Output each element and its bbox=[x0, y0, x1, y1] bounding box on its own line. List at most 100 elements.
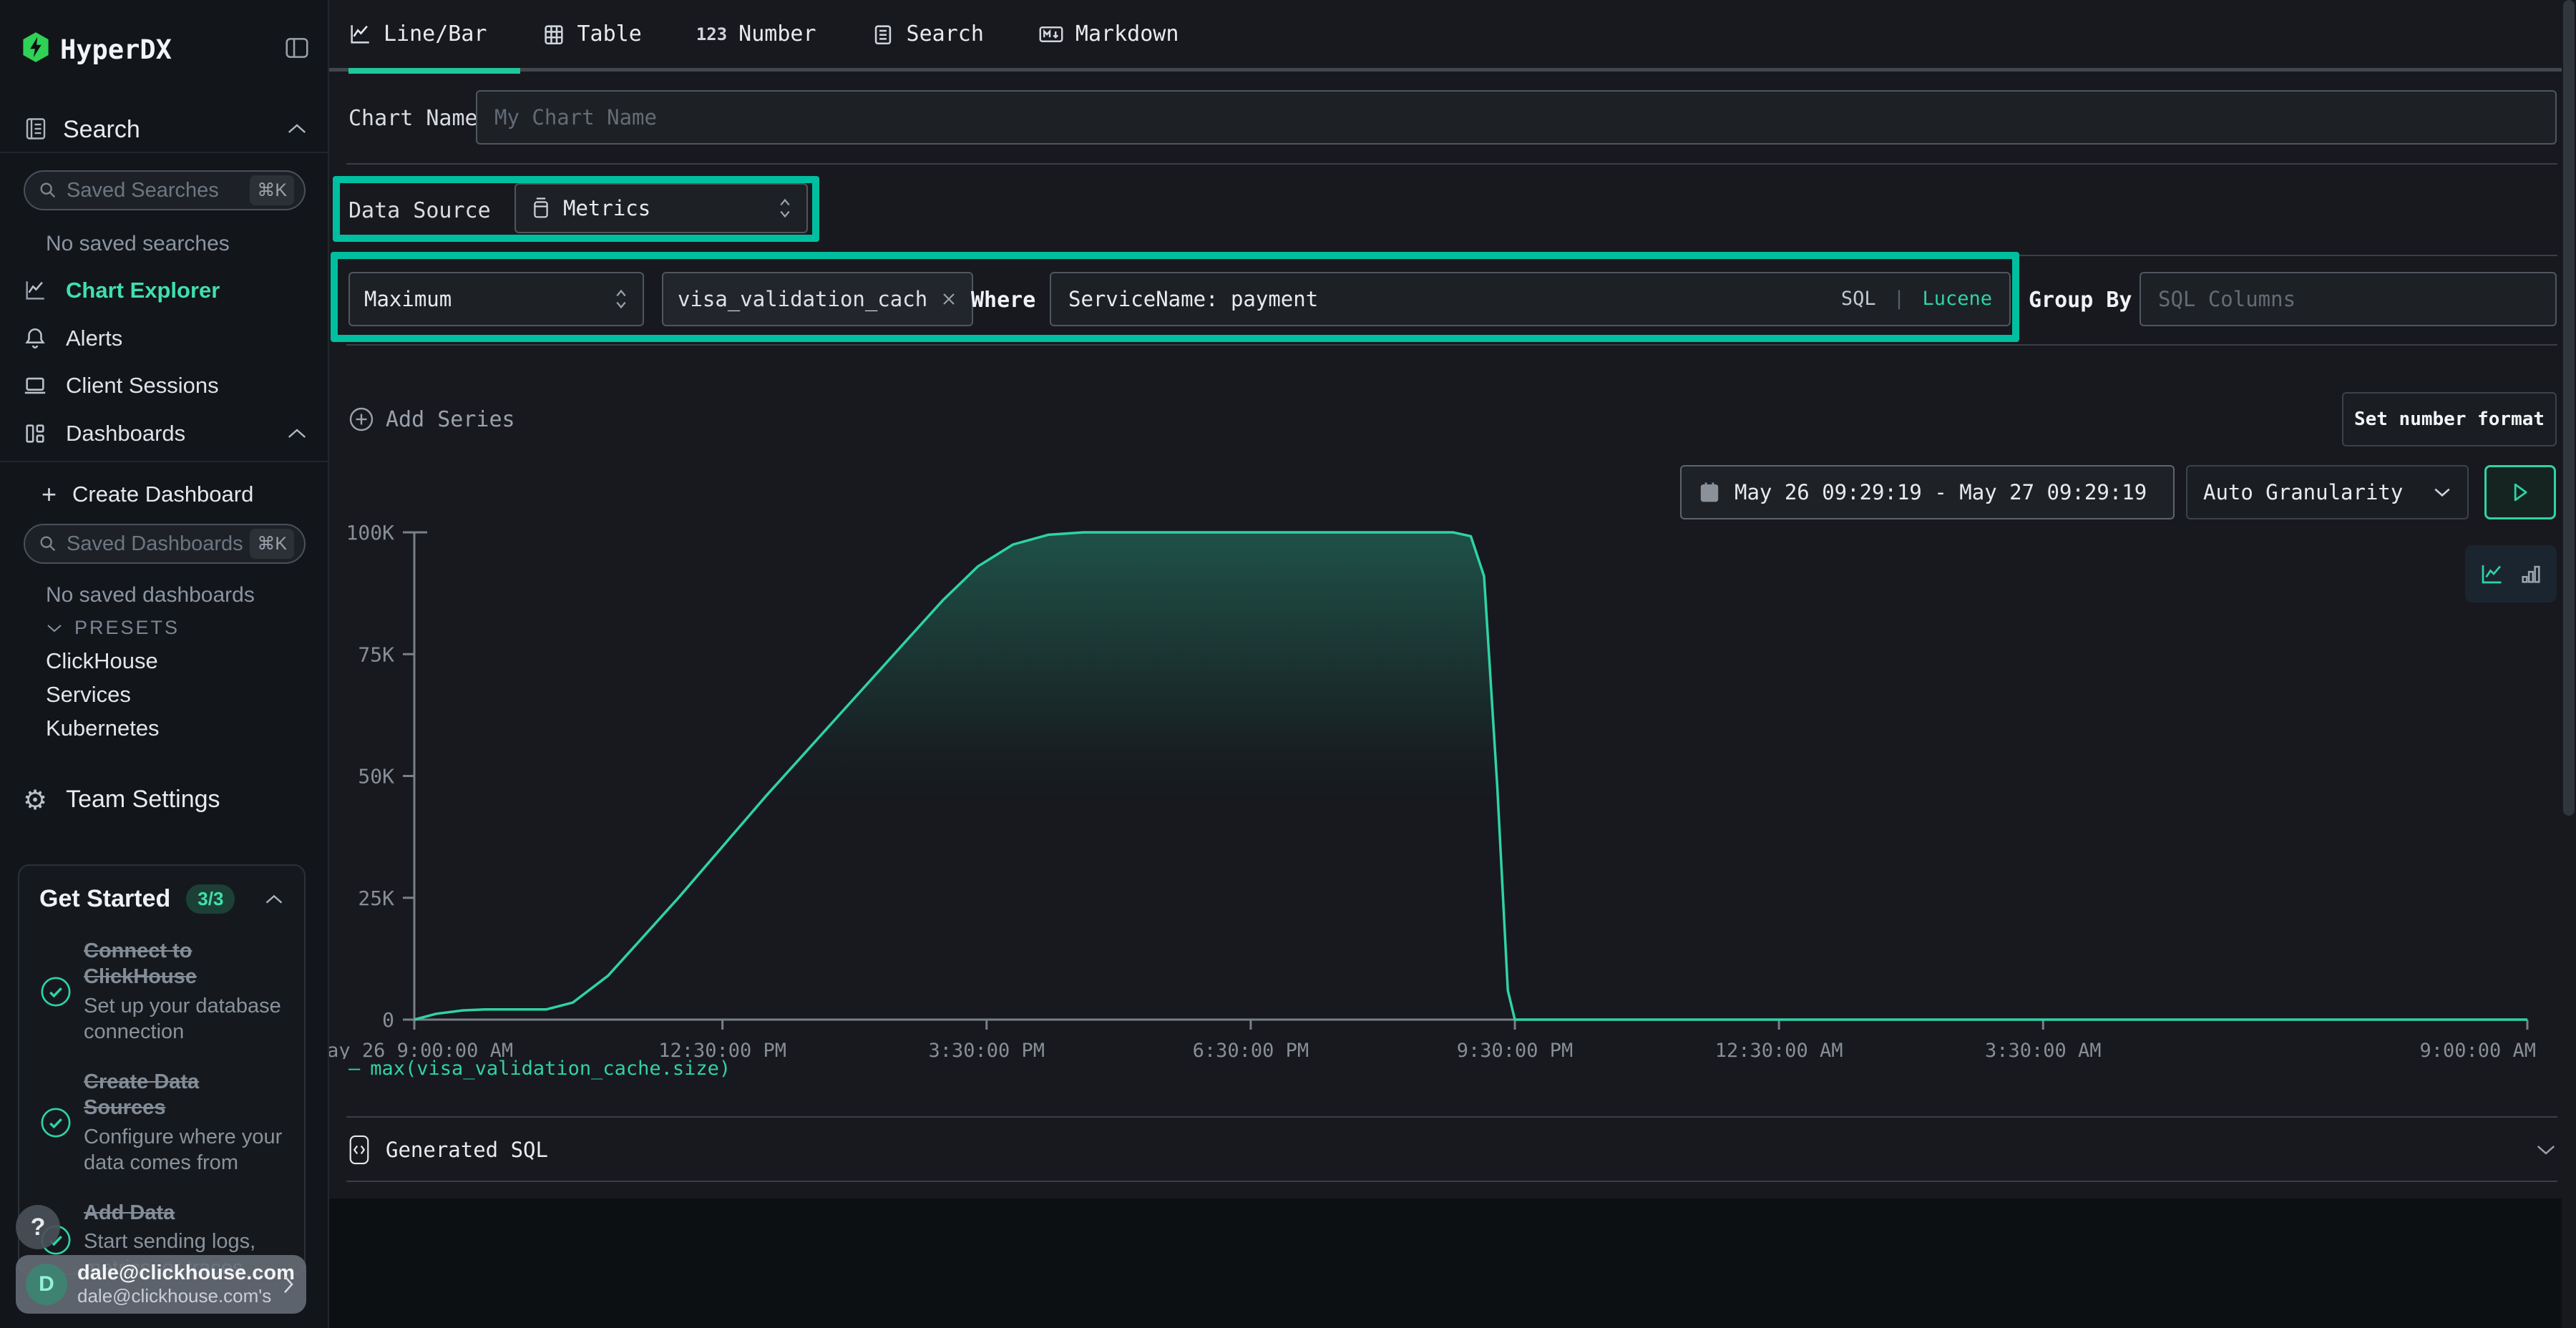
get-started-title: Get Started bbox=[39, 885, 170, 913]
preset-kubernetes[interactable]: Kubernetes bbox=[46, 716, 160, 741]
add-series-button[interactable]: Add Series bbox=[348, 406, 515, 432]
view-tabbar: Line/Bar Table 123 Number Search bbox=[329, 0, 2576, 72]
sidebar-item-label: Chart Explorer bbox=[66, 278, 220, 303]
number-123-icon: 123 bbox=[696, 24, 727, 44]
avatar: D bbox=[26, 1264, 67, 1305]
svg-text:6:30:00 PM: 6:30:00 PM bbox=[1193, 1040, 1309, 1059]
row-divider bbox=[346, 1181, 2557, 1182]
chevron-down-icon bbox=[2535, 1143, 2557, 1157]
list-doc-icon bbox=[871, 22, 895, 47]
svg-text:25K: 25K bbox=[358, 887, 394, 910]
aggregation-select[interactable]: Maximum bbox=[348, 272, 644, 326]
svg-text:50K: 50K bbox=[358, 765, 394, 788]
check-circle-icon bbox=[39, 1106, 72, 1139]
close-icon[interactable] bbox=[940, 290, 957, 308]
plus-icon: + bbox=[42, 479, 57, 509]
chevron-down-icon bbox=[2433, 486, 2451, 499]
get-started-card: Get Started 3/3 Connect to ClickHouse Se… bbox=[18, 864, 306, 1275]
plus-circle-icon bbox=[348, 406, 374, 432]
chart-line-icon bbox=[23, 278, 47, 303]
chevron-right-icon bbox=[280, 1274, 296, 1295]
app-root: HyperDX Search ⌘K No saved searches Char… bbox=[0, 0, 2576, 1328]
set-number-format-button[interactable]: Set number format bbox=[2342, 392, 2557, 446]
main-panel: Line/Bar Table 123 Number Search bbox=[329, 0, 2576, 1198]
row-divider bbox=[346, 344, 2557, 346]
sidebar-item-label: Dashboards bbox=[66, 421, 185, 446]
user-menu[interactable]: D dale@clickhouse.com dale@clickhouse.co… bbox=[16, 1255, 306, 1314]
chart-area-fill bbox=[414, 532, 2527, 1020]
chevron-up-icon[interactable] bbox=[264, 893, 284, 906]
scrollbar-track[interactable] bbox=[2562, 0, 2576, 1328]
no-saved-searches-text: No saved searches bbox=[46, 232, 230, 256]
sidebar-item-label: Alerts bbox=[66, 326, 122, 351]
where-input-wrap: SQL | Lucene bbox=[1050, 272, 2011, 326]
create-dashboard-button[interactable]: + Create Dashboard bbox=[42, 479, 253, 509]
data-source-select[interactable]: Metrics bbox=[514, 183, 808, 233]
play-icon bbox=[2510, 482, 2530, 503]
row-divider bbox=[346, 255, 2557, 256]
chevron-down-icon bbox=[46, 622, 63, 634]
laptop-icon bbox=[23, 374, 47, 398]
svg-text:9:00:00 AM: 9:00:00 AM bbox=[2419, 1040, 2536, 1059]
presets-toggle[interactable]: PRESETS bbox=[46, 617, 180, 639]
tab-line-bar[interactable]: Line/Bar bbox=[348, 21, 487, 47]
sidebar-item-alerts[interactable]: Alerts bbox=[23, 326, 122, 351]
data-source-label: Data Source bbox=[348, 198, 491, 223]
gear-icon: ⚙ bbox=[23, 786, 47, 814]
sidebar-item-chart-explorer[interactable]: Chart Explorer bbox=[23, 278, 220, 303]
tab-number[interactable]: 123 Number bbox=[696, 21, 816, 47]
svg-text:3:30:00 AM: 3:30:00 AM bbox=[1985, 1040, 2102, 1059]
chart-legend[interactable]: — max(visa_validation_cache.size) bbox=[348, 1058, 731, 1080]
saved-searches-field[interactable] bbox=[67, 179, 250, 202]
chevron-up-icon[interactable] bbox=[286, 426, 308, 441]
generated-sql-toggle[interactable]: Generated SQL bbox=[348, 1128, 2557, 1172]
sidebar-section-search[interactable]: Search bbox=[63, 116, 140, 144]
search-icon bbox=[38, 534, 58, 554]
legend-label: max(visa_validation_cache.size) bbox=[370, 1058, 731, 1080]
svg-text:May 26 9:00:00 AM: May 26 9:00:00 AM bbox=[329, 1040, 513, 1059]
chevron-up-icon[interactable] bbox=[286, 122, 308, 136]
sidebar-divider bbox=[0, 152, 328, 153]
get-started-item[interactable]: Create Data Sources Configure where your… bbox=[39, 1069, 284, 1176]
preset-services[interactable]: Services bbox=[46, 682, 131, 708]
chart-name-label: Chart Name bbox=[348, 106, 478, 131]
group-by-label: Group By bbox=[2029, 288, 2132, 313]
tab-search[interactable]: Search bbox=[871, 21, 984, 47]
sidebar-item-team-settings[interactable]: ⚙ Team Settings bbox=[23, 786, 220, 814]
query-language-toggle[interactable]: SQL | Lucene bbox=[1841, 288, 1992, 310]
chart-name-input[interactable] bbox=[476, 90, 2557, 145]
code-icon bbox=[348, 1134, 370, 1166]
database-icon bbox=[530, 197, 552, 220]
updown-chevrons-icon bbox=[614, 288, 628, 311]
search-section-icon bbox=[23, 114, 49, 143]
sidebar-item-label: Team Settings bbox=[66, 786, 220, 814]
help-button[interactable]: ? bbox=[16, 1205, 60, 1249]
group-by-input[interactable] bbox=[2140, 272, 2557, 326]
user-subtitle: dale@clickhouse.com's bbox=[77, 1285, 270, 1307]
dashboard-grid-icon bbox=[23, 421, 47, 446]
markdown-icon bbox=[1038, 22, 1064, 47]
row-divider bbox=[346, 163, 2557, 165]
metric-tag[interactable]: visa_validation_cach bbox=[662, 272, 973, 326]
sidebar-item-dashboards[interactable]: Dashboards bbox=[23, 421, 185, 446]
no-saved-dashboards-text: No saved dashboards bbox=[46, 583, 255, 607]
scrollbar-thumb[interactable] bbox=[2563, 0, 2575, 816]
tab-markdown[interactable]: Markdown bbox=[1038, 21, 1179, 47]
saved-searches-input[interactable]: ⌘K bbox=[24, 170, 306, 210]
collapse-sidebar-icon[interactable] bbox=[283, 34, 311, 62]
search-icon bbox=[38, 180, 58, 200]
timeseries-chart[interactable]: May 26 9:00:00 AM12:30:00 PM3:30:00 PM6:… bbox=[329, 501, 2576, 1059]
saved-dashboards-field[interactable] bbox=[67, 532, 250, 556]
svg-text:12:30:00 AM: 12:30:00 AM bbox=[1715, 1040, 1843, 1059]
svg-text:3:30:00 PM: 3:30:00 PM bbox=[928, 1040, 1045, 1059]
saved-dashboards-input[interactable]: ⌘K bbox=[24, 524, 306, 564]
updown-chevrons-icon bbox=[778, 197, 792, 220]
svg-text:75K: 75K bbox=[358, 643, 394, 666]
sidebar-item-client-sessions[interactable]: Client Sessions bbox=[23, 373, 219, 399]
preset-clickhouse[interactable]: ClickHouse bbox=[46, 648, 158, 674]
svg-text:0: 0 bbox=[382, 1008, 394, 1032]
shortcut-badge: ⌘K bbox=[250, 529, 294, 559]
where-label: Where bbox=[971, 288, 1035, 313]
get-started-item[interactable]: Connect to ClickHouse Set up your databa… bbox=[39, 938, 284, 1045]
tab-table[interactable]: Table bbox=[542, 21, 642, 47]
